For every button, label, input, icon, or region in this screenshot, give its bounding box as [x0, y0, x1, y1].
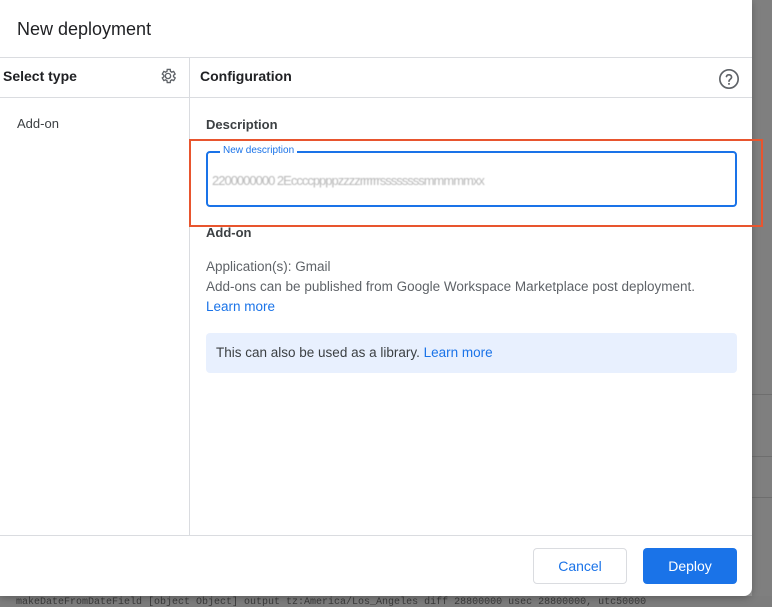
column-divider — [189, 58, 190, 535]
new-deployment-dialog: New deployment Select type Add-on Config… — [0, 0, 763, 596]
library-notice-text: This can also be used as a library. — [216, 345, 420, 360]
applications-text: Application(s): Gmail — [206, 259, 331, 274]
description-section-label: Description — [206, 117, 278, 132]
header-divider — [0, 57, 752, 58]
library-notice: This can also be used as a library. Lear… — [206, 333, 737, 373]
background-console-output: makeDateFromDateField [object Object] ou… — [0, 596, 772, 607]
learn-more-link[interactable]: Learn more — [206, 299, 275, 314]
deploy-button[interactable]: Deploy — [643, 548, 737, 584]
help-circle-icon[interactable] — [718, 68, 740, 90]
dialog-title: New deployment — [17, 19, 152, 39]
gear-icon[interactable] — [159, 67, 177, 85]
publish-note-text: Add-ons can be published from Google Wor… — [206, 279, 696, 294]
cancel-button[interactable]: Cancel — [533, 548, 627, 584]
footer-divider — [0, 535, 752, 536]
description-input[interactable] — [212, 170, 732, 190]
console-log-text: makeDateFromDateField [object Object] ou… — [16, 597, 647, 607]
select-type-header: Select type — [3, 68, 77, 84]
type-item-add-on[interactable]: Add-on — [17, 116, 59, 131]
background-editor-strip — [752, 0, 772, 607]
configuration-header: Configuration — [200, 68, 292, 84]
column-header-divider — [0, 97, 752, 98]
description-field-label: New description — [220, 145, 298, 156]
add-on-section-label: Add-on — [206, 225, 252, 240]
library-learn-more-link[interactable]: Learn more — [424, 345, 493, 360]
description-field: New description — [206, 145, 737, 207]
